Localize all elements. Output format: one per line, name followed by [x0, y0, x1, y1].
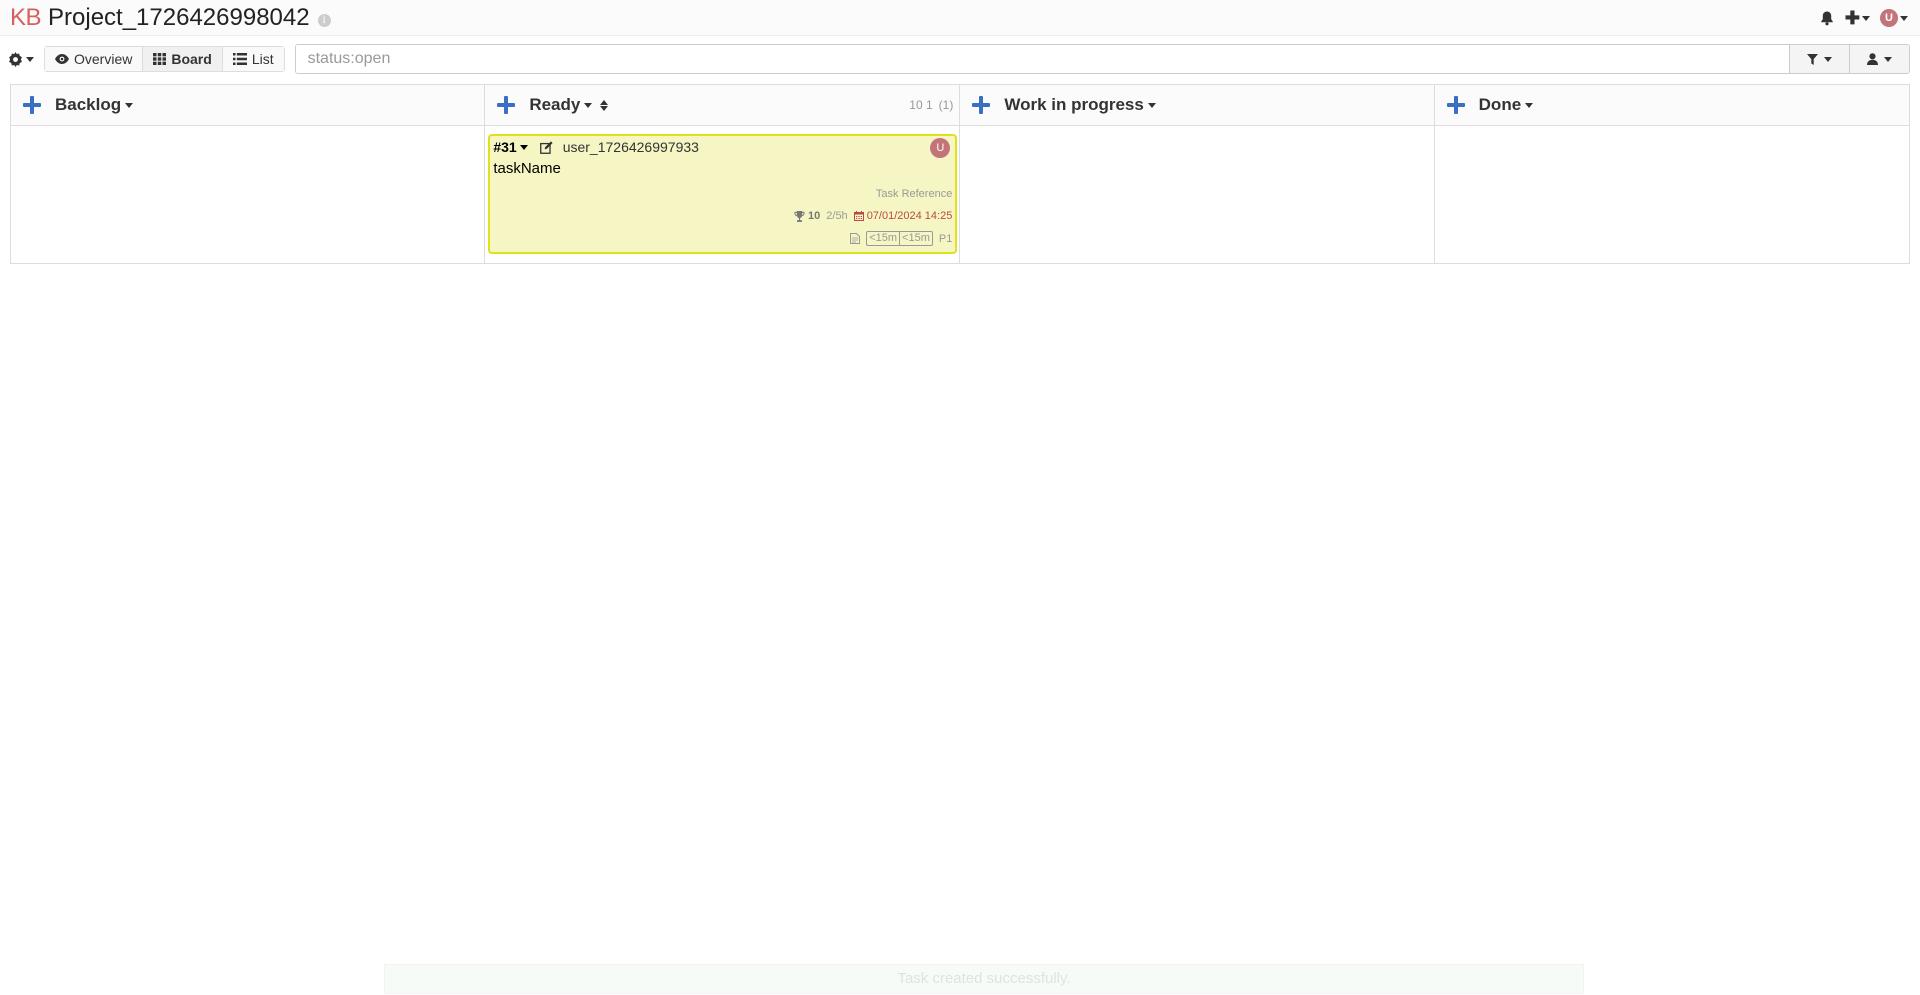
column-title[interactable]: Work in progress: [1004, 95, 1144, 115]
column-backlog: Backlog: [11, 85, 486, 263]
task-assignee: user_1726426997933: [562, 139, 699, 155]
tab-list-label: List: [251, 51, 274, 67]
column-body[interactable]: [960, 126, 1433, 263]
filter-icon: [1807, 53, 1818, 65]
avatar: U: [1880, 9, 1898, 27]
add-task-icon[interactable]: [23, 96, 41, 114]
project-title: Project_1726426998042: [48, 3, 310, 31]
column-done: Done: [1434, 85, 1909, 263]
add-task-icon[interactable]: [497, 96, 516, 114]
chevron-down-icon[interactable]: [1147, 102, 1156, 108]
view-switcher: Overview Board List: [44, 46, 285, 72]
chevron-down-icon[interactable]: [1525, 102, 1534, 108]
task-due-value: 07/01/2024 14:25: [866, 210, 953, 222]
list-icon: [232, 53, 247, 65]
column-work-in-progress: Work in progress: [960, 85, 1435, 263]
chevron-down-icon: [1862, 15, 1870, 21]
project-actions-dropdown[interactable]: [8, 51, 38, 67]
column-count-tasks: (1): [938, 98, 954, 112]
task-meta-secondary: <15m <15m P1: [850, 231, 952, 246]
tab-overview[interactable]: Overview: [45, 47, 144, 71]
column-task-count: 10 1 (1): [903, 98, 953, 112]
flash-message: Task created successfully.: [384, 964, 1584, 994]
task-time-tracking: <15m <15m: [866, 231, 933, 246]
column-ready: Ready 10 1(1) #31 user_1726426997933 U: [485, 85, 961, 263]
user-filter-dropdown[interactable]: [1849, 45, 1909, 73]
filter-dropdown[interactable]: [1789, 45, 1849, 73]
tab-list[interactable]: List: [222, 47, 284, 71]
sort-icon[interactable]: [600, 99, 609, 111]
task-time: 2/5h: [826, 210, 848, 222]
eye-icon: [55, 54, 69, 64]
project-toolbar: Overview Board List: [8, 44, 1910, 74]
chevron-down-icon: [26, 56, 34, 62]
task-reference: Task Reference: [875, 188, 953, 200]
add-task-icon[interactable]: [972, 96, 991, 114]
search-input[interactable]: [295, 45, 1789, 73]
column-header: Done: [1434, 85, 1909, 126]
plus-icon: ✚: [1844, 7, 1860, 28]
task-score-value: 10: [808, 210, 821, 222]
chevron-down-icon: [1884, 56, 1892, 62]
task-meta: 10 2/5h 07/01/2024 14:25: [794, 210, 952, 222]
task-id-link[interactable]: #31: [493, 139, 516, 155]
time-spent: <15m: [867, 232, 901, 245]
calendar-icon: [853, 211, 864, 221]
time-estimated: <15m: [902, 232, 930, 244]
column-title[interactable]: Backlog: [55, 95, 121, 115]
search-box: [294, 44, 1910, 74]
app-header: KB Project_1726426998042 i ✚ U: [0, 0, 1920, 36]
tab-board-label: Board: [171, 51, 212, 67]
column-body[interactable]: [1435, 126, 1909, 263]
column-header: Ready 10 1 (1): [485, 85, 960, 126]
trophy-icon: [794, 210, 805, 222]
info-icon[interactable]: i: [317, 14, 331, 27]
chevron-down-icon: [1824, 56, 1832, 62]
column-count-total: 10 1: [909, 98, 933, 112]
gear-icon: [9, 51, 22, 67]
task-priority: P1: [938, 232, 953, 245]
grid-icon: [153, 53, 167, 65]
kb-logo[interactable]: KB: [10, 4, 42, 32]
add-task-icon[interactable]: [1446, 96, 1465, 114]
task-score: 10: [794, 210, 820, 222]
column-title[interactable]: Ready: [529, 95, 580, 115]
edit-icon[interactable]: [539, 140, 553, 154]
kanban-board: Backlog Ready 10 1 (1) #31 user_17264269…: [10, 84, 1910, 264]
chevron-down-icon: [1900, 15, 1908, 21]
column-header: Backlog: [11, 85, 485, 126]
task-card-header: #31 user_1726426997933: [493, 138, 952, 156]
chevron-down-icon[interactable]: [584, 102, 593, 108]
header-actions: ✚ U: [1819, 0, 1908, 36]
user-icon: [1867, 53, 1878, 65]
task-card[interactable]: #31 user_1726426997933 U taskName Task R…: [488, 134, 958, 254]
chevron-down-icon[interactable]: [519, 144, 528, 150]
column-title[interactable]: Done: [1479, 95, 1522, 115]
bell-icon[interactable]: [1819, 10, 1835, 26]
new-item-dropdown[interactable]: ✚: [1845, 8, 1870, 29]
user-menu-dropdown[interactable]: U: [1880, 9, 1908, 27]
chevron-down-icon[interactable]: [125, 102, 134, 108]
file-icon[interactable]: [850, 233, 861, 244]
task-title[interactable]: taskName: [493, 160, 952, 177]
task-due-date: 07/01/2024 14:25: [853, 210, 953, 222]
tab-overview-label: Overview: [74, 51, 133, 67]
column-body[interactable]: [11, 126, 484, 263]
column-header: Work in progress: [960, 85, 1434, 126]
column-body[interactable]: #31 user_1726426997933 U taskName Task R…: [485, 126, 959, 263]
tab-board[interactable]: Board: [143, 47, 223, 71]
